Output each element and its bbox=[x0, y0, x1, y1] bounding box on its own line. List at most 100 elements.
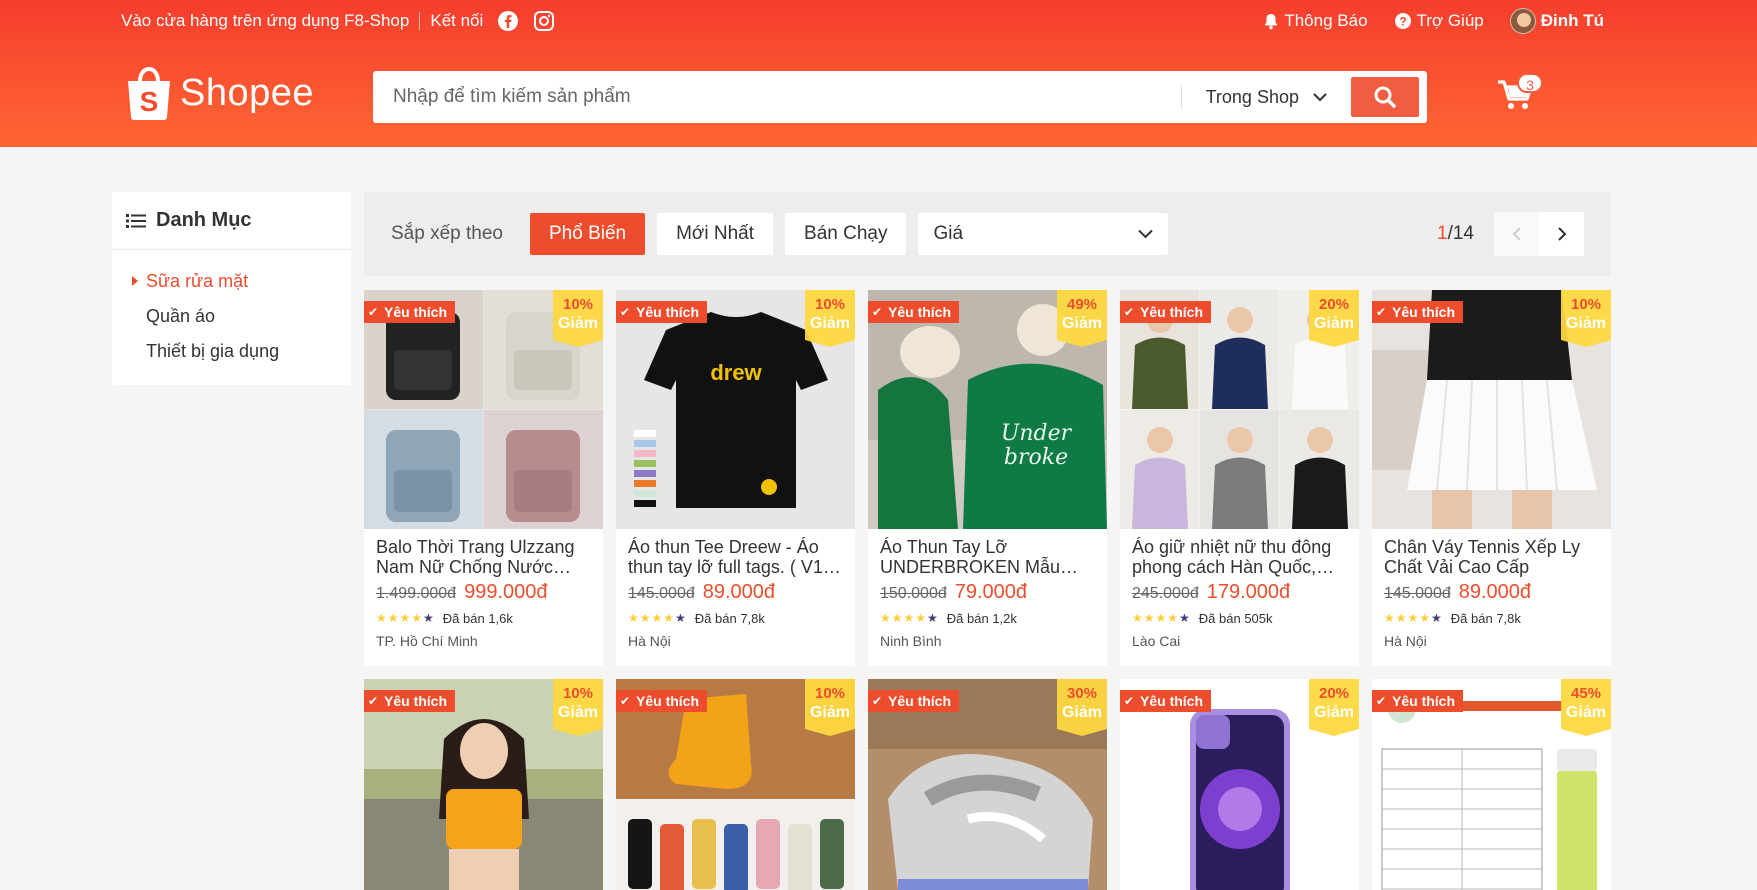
avatar bbox=[1509, 8, 1536, 34]
sort-price-select[interactable]: Giá bbox=[918, 213, 1169, 255]
sort-newest-button[interactable]: Mới Nhất bbox=[657, 213, 774, 255]
discount-badge: 30% Giảm bbox=[1057, 679, 1107, 736]
shopee-logo[interactable]: S Shopee bbox=[124, 65, 314, 121]
product-meta: ★★★★★ Đã bán 7,8k bbox=[616, 603, 855, 626]
facebook-icon[interactable] bbox=[497, 10, 519, 32]
product-card[interactable]: drew Yêu thích 10% Giảm Áo thun Tee Dreew… bbox=[616, 290, 855, 666]
old-price: 1.499.000đ bbox=[376, 585, 457, 602]
product-card[interactable]: Yêu thích 20% Giảm bbox=[1120, 679, 1359, 890]
product-location: Lào Cai bbox=[1132, 633, 1181, 649]
product-meta: ★★★★★ Đã bán 1,2k bbox=[868, 603, 1107, 626]
product-prices: 145.000đ 89.000đ bbox=[616, 577, 855, 603]
discount-label: Giảm bbox=[557, 704, 598, 721]
help-label: Trợ Giúp bbox=[1416, 11, 1484, 30]
category-header: Danh Mục bbox=[112, 192, 351, 250]
discount-label: Giảm bbox=[809, 315, 850, 332]
favorite-tag: Yêu thích bbox=[1372, 301, 1464, 327]
price-select-label: Giá bbox=[933, 223, 964, 244]
star-rating: ★★★★★ bbox=[1384, 611, 1443, 625]
product-location: Hà Nội bbox=[628, 633, 671, 649]
product-card[interactable]: Yêu thích 10% Giảm bbox=[616, 679, 855, 890]
current-price: 79.000đ bbox=[954, 581, 1028, 603]
product-image: Yêu thích 20% Giảm bbox=[1120, 290, 1359, 529]
old-price: 150.000đ bbox=[880, 585, 947, 602]
notifications-label: Thông Báo bbox=[1284, 11, 1368, 30]
old-price: 145.000đ bbox=[1384, 585, 1451, 602]
navbar-separator bbox=[419, 12, 421, 30]
product-card[interactable]: Yêu thích 45% Giảm bbox=[1372, 679, 1611, 890]
mini-pagination: 1/14 bbox=[1437, 212, 1584, 256]
category-item-thiet-bi-gia-dung[interactable]: Thiết bị gia dụng bbox=[112, 334, 351, 369]
discount-label: Giảm bbox=[1313, 315, 1354, 332]
help-link[interactable]: ? Trợ Giúp bbox=[1394, 11, 1484, 31]
category-sidebar: Danh Mục Sữa rửa mặt Quần áo Thiết bị gi… bbox=[112, 192, 351, 385]
category-item-sua-rua-mat[interactable]: Sữa rửa mặt bbox=[112, 264, 351, 299]
current-price: 89.000đ bbox=[702, 581, 776, 603]
chevron-down-icon bbox=[1138, 229, 1154, 239]
product-card[interactable]: Yêu thích 20% Giảm Áo giữ nhiệt nữ thu đô… bbox=[1120, 290, 1359, 666]
svg-text:broke: broke bbox=[1004, 445, 1068, 470]
product-name: Balo Thời Trang Ulzzang Nam Nữ Chống Nướ… bbox=[376, 537, 575, 577]
product-card[interactable]: Yêu thích 10% Giảm bbox=[364, 679, 603, 890]
prev-page-button[interactable] bbox=[1494, 212, 1539, 256]
discount-badge: 10% Giảm bbox=[1561, 290, 1611, 347]
instagram-icon[interactable] bbox=[533, 10, 555, 32]
discount-percent: 45% bbox=[1570, 685, 1602, 702]
discount-badge: 20% Giảm bbox=[1309, 290, 1359, 347]
product-image: Under broke Yêu thích 49% Giảm bbox=[868, 290, 1107, 529]
sold-count: Đã bán 7,8k bbox=[1450, 610, 1521, 626]
product-image: drew Yêu thích 10% Giảm bbox=[616, 290, 855, 529]
product-name: Áo giữ nhiệt nữ thu đông phong cách Hàn … bbox=[1132, 537, 1332, 577]
product-card[interactable]: Under broke Yêu thích 49% Giảm Áo Thun Ta… bbox=[868, 290, 1107, 666]
product-card[interactable]: Yêu thích 10% Giảm Balo Thời Trang Ulzzan… bbox=[364, 290, 603, 666]
current-price: 179.000đ bbox=[1206, 581, 1291, 603]
category-item-quan-ao[interactable]: Quần áo bbox=[112, 299, 351, 334]
search-input[interactable] bbox=[373, 71, 1181, 123]
cart-count-badge: 3 bbox=[1517, 73, 1543, 93]
product-name: Chân Váy Tennis Xếp Ly Chất Vải Cao Cấp bbox=[1384, 537, 1581, 577]
help-icon: ? bbox=[1394, 13, 1411, 29]
favorite-tag: Yêu thích bbox=[1372, 690, 1464, 716]
sort-label: Sắp xếp theo bbox=[391, 223, 503, 244]
sort-bar: Sắp xếp theo Phổ Biến Mới Nhất Bán Chạy … bbox=[364, 192, 1611, 276]
search-button[interactable] bbox=[1351, 77, 1419, 117]
discount-badge: 10% Giảm bbox=[805, 290, 855, 347]
user-menu[interactable]: Đinh Tú bbox=[1509, 8, 1604, 34]
product-card[interactable]: Yêu thích 30% Giảm bbox=[868, 679, 1107, 890]
navbar-left: Vào cửa hàng trên ứng dụng F8-Shop Kết n… bbox=[121, 10, 555, 32]
product-meta: ★★★★★ Đã bán 7,8k bbox=[1372, 603, 1611, 626]
navbar: Vào cửa hàng trên ứng dụng F8-Shop Kết n… bbox=[121, 0, 1604, 42]
chevron-left-icon bbox=[1512, 227, 1521, 241]
product-meta: ★★★★★ Đã bán 1,6k bbox=[364, 603, 603, 626]
page-current: 1 bbox=[1437, 223, 1448, 244]
product-image: Yêu thích 10% Giảm bbox=[1372, 290, 1611, 529]
product-image: Yêu thích 10% Giảm bbox=[364, 679, 603, 890]
discount-percent: 49% bbox=[1066, 296, 1098, 313]
favorite-tag: Yêu thích bbox=[1120, 301, 1212, 327]
sort-popular-button[interactable]: Phổ Biến bbox=[529, 213, 646, 255]
product-location: Hà Nội bbox=[1384, 633, 1427, 649]
discount-badge: 10% Giảm bbox=[553, 290, 603, 347]
app-download-link[interactable]: Vào cửa hàng trên ứng dụng F8-Shop bbox=[121, 11, 409, 31]
navbar-right: Thông Báo ? Trợ Giúp Đinh Tú bbox=[1263, 8, 1604, 34]
product-image: Yêu thích 45% Giảm bbox=[1372, 679, 1611, 890]
next-page-button[interactable] bbox=[1539, 212, 1584, 256]
sold-count: Đã bán 1,6k bbox=[442, 610, 513, 626]
discount-label: Giảm bbox=[1565, 704, 1606, 721]
product-location: Ninh Bình bbox=[880, 633, 942, 649]
favorite-tag: Yêu thích bbox=[868, 301, 960, 327]
discount-percent: 10% bbox=[1570, 296, 1602, 313]
sort-bestselling-button[interactable]: Bán Chạy bbox=[785, 213, 907, 255]
sold-count: Đã bán 7,8k bbox=[694, 610, 765, 626]
product-card[interactable]: Yêu thích 10% Giảm Chân Váy Tennis Xếp Ly… bbox=[1372, 290, 1611, 666]
notifications-link[interactable]: Thông Báo bbox=[1263, 11, 1368, 31]
chevron-down-icon bbox=[1313, 92, 1327, 101]
old-price: 245.000đ bbox=[1132, 585, 1199, 602]
chevron-right-icon bbox=[1557, 227, 1566, 241]
favorite-tag: Yêu thích bbox=[868, 690, 960, 716]
shopee-bag-icon: S bbox=[128, 66, 170, 120]
search-scope-select[interactable]: Trong Shop bbox=[1180, 85, 1351, 109]
product-prices: 245.000đ 179.000đ bbox=[1120, 577, 1359, 603]
favorite-tag: Yêu thích bbox=[364, 301, 456, 327]
svg-text:drew: drew bbox=[710, 360, 762, 385]
